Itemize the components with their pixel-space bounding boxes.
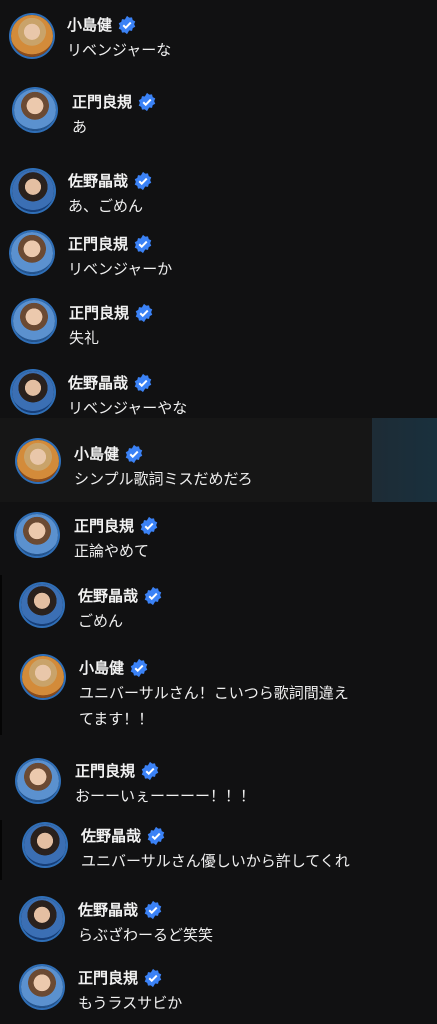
username-text: 小島健 bbox=[74, 445, 120, 463]
user-avatar[interactable] bbox=[11, 15, 53, 57]
message-text: 正論やめて bbox=[74, 542, 150, 560]
verified-badge-icon bbox=[144, 586, 162, 606]
username-text: 佐野晶哉 bbox=[68, 172, 129, 190]
message-text: おーーいぇーーーー！！！ bbox=[75, 787, 256, 805]
message-text-line2: てます！！ bbox=[79, 710, 154, 728]
verified-badge-icon bbox=[125, 444, 143, 464]
verified-badge-icon bbox=[147, 826, 165, 846]
user-avatar[interactable] bbox=[22, 656, 64, 698]
username[interactable]: 正門良規 bbox=[74, 516, 159, 536]
user-avatar[interactable] bbox=[11, 232, 53, 274]
message-text: ごめん bbox=[78, 612, 124, 630]
message-text: あ、ごめん bbox=[68, 197, 144, 215]
verified-badge-icon bbox=[118, 15, 136, 35]
username[interactable]: 佐野晶哉 bbox=[68, 171, 153, 191]
username-text: 佐野晶哉 bbox=[78, 901, 139, 919]
username-text: 佐野晶哉 bbox=[78, 587, 139, 605]
username-text: 小島健 bbox=[79, 659, 125, 677]
message-text: リベンジャーか bbox=[68, 260, 173, 278]
username-text: 小島健 bbox=[67, 16, 113, 34]
username[interactable]: 佐野晶哉 bbox=[78, 586, 163, 606]
username[interactable]: 小島健 bbox=[74, 444, 144, 464]
left-divider bbox=[0, 575, 2, 735]
username[interactable]: 正門良規 bbox=[78, 968, 163, 988]
username[interactable]: 佐野晶哉 bbox=[68, 373, 153, 393]
message-text: あ bbox=[72, 118, 88, 136]
username-text: 正門良規 bbox=[72, 93, 133, 111]
username[interactable]: 正門良規 bbox=[68, 234, 153, 254]
message-text: ユニバーサルさん優しいから許してくれ bbox=[81, 852, 350, 870]
username[interactable]: 正門良規 bbox=[72, 92, 157, 112]
username[interactable]: 小島健 bbox=[79, 658, 149, 678]
verified-badge-icon bbox=[141, 761, 159, 781]
user-avatar[interactable] bbox=[13, 300, 55, 342]
username-text: 佐野晶哉 bbox=[68, 374, 129, 392]
user-avatar[interactable] bbox=[21, 898, 63, 940]
user-avatar[interactable] bbox=[16, 514, 58, 556]
user-avatar[interactable] bbox=[12, 371, 54, 413]
user-avatar[interactable] bbox=[17, 760, 59, 802]
user-avatar[interactable] bbox=[14, 89, 56, 131]
verified-badge-icon bbox=[138, 92, 156, 112]
user-avatar[interactable] bbox=[24, 824, 66, 866]
message-text: シンプル歌詞ミスだめだろ bbox=[74, 470, 253, 488]
username[interactable]: 佐野晶哉 bbox=[78, 900, 163, 920]
message-text: 失礼 bbox=[69, 329, 100, 347]
verified-badge-icon bbox=[130, 658, 148, 678]
username[interactable]: 正門良規 bbox=[69, 303, 154, 323]
username-text: 正門良規 bbox=[74, 517, 135, 535]
verified-badge-icon bbox=[140, 516, 158, 536]
left-divider bbox=[0, 820, 2, 880]
username-text: 正門良規 bbox=[68, 235, 129, 253]
username-text: 正門良規 bbox=[78, 969, 139, 987]
user-avatar[interactable] bbox=[17, 440, 59, 482]
username-text: 佐野晶哉 bbox=[81, 827, 142, 845]
message-text: もうラスサビか bbox=[78, 994, 183, 1012]
verified-badge-icon bbox=[134, 171, 152, 191]
username[interactable]: 佐野晶哉 bbox=[81, 826, 166, 846]
verified-badge-icon bbox=[144, 968, 162, 988]
verified-badge-icon bbox=[135, 303, 153, 323]
username[interactable]: 正門良規 bbox=[75, 761, 160, 781]
username-text: 正門良規 bbox=[75, 762, 136, 780]
verified-badge-icon bbox=[144, 900, 162, 920]
message-text: らぶざわーるど笑笑 bbox=[78, 926, 214, 944]
message-text: リベンジャーやな bbox=[68, 399, 188, 417]
user-avatar[interactable] bbox=[21, 584, 63, 626]
username[interactable]: 小島健 bbox=[67, 15, 137, 35]
verified-badge-icon bbox=[134, 373, 152, 393]
message-text: ユニバーサルさん！こいつら歌詞間違え bbox=[79, 684, 349, 702]
user-avatar[interactable] bbox=[12, 170, 54, 212]
message-text: リベンジャーな bbox=[67, 41, 172, 59]
username-text: 正門良規 bbox=[69, 304, 130, 322]
verified-badge-icon bbox=[134, 234, 152, 254]
user-avatar[interactable] bbox=[21, 966, 63, 1008]
